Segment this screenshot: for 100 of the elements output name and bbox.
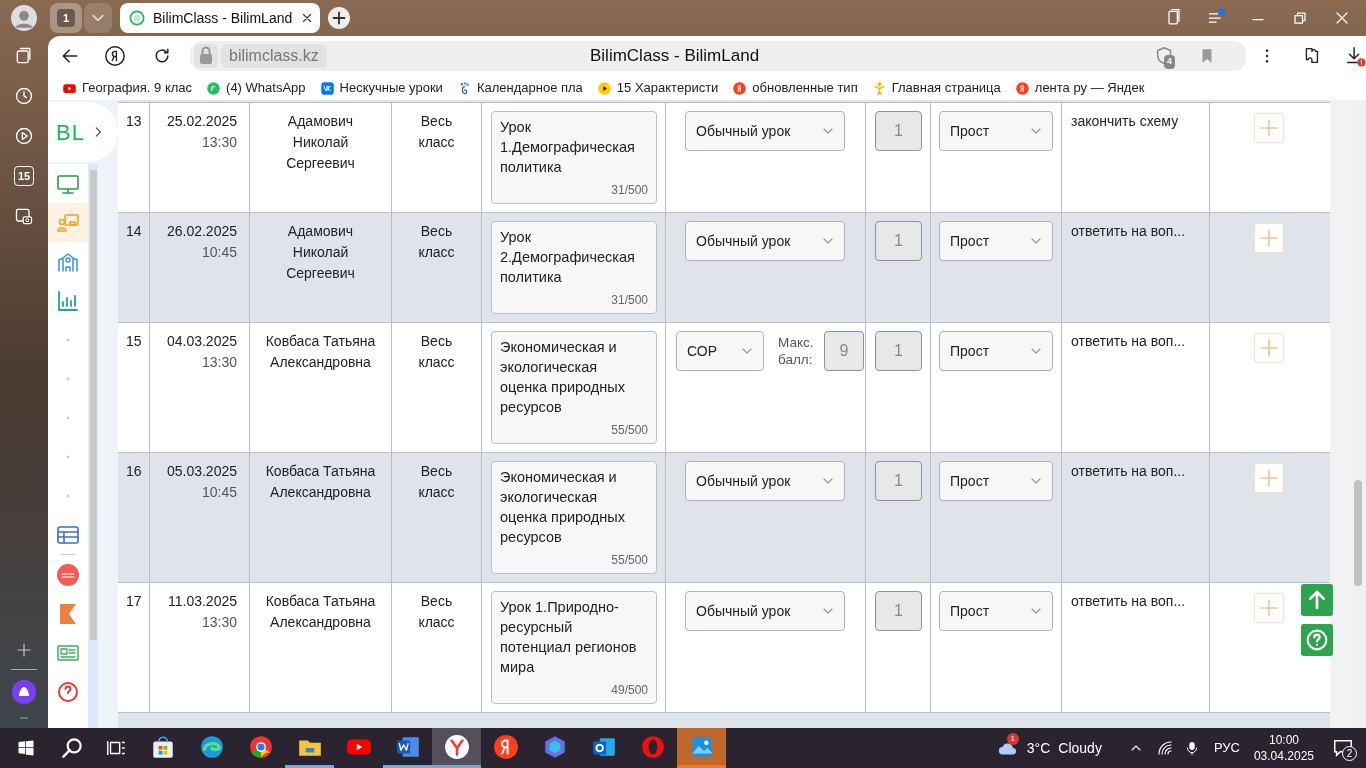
homework-text: закончить схему	[1071, 113, 1179, 129]
address-text: bilimclass.kz	[221, 44, 327, 68]
bookmark-link[interactable]: лента ру — Яндек	[1014, 78, 1145, 98]
clock[interactable]: 10:00 03.04.2025	[1253, 732, 1314, 764]
new-tab-icon[interactable]	[328, 7, 350, 29]
wave-circle-icon	[198, 733, 225, 760]
difficulty-dropdown[interactable]: Прост	[939, 461, 1053, 501]
lesson-type-dropdown[interactable]: Обычный урок	[685, 461, 845, 501]
bookmark-link[interactable]: 15 Характеристи	[596, 78, 719, 98]
chat-icon	[206, 80, 222, 96]
chevron-down-icon[interactable]	[84, 3, 112, 33]
row-number: 17	[126, 593, 142, 609]
lesson-type-dropdown[interactable]: Обычный урок	[685, 111, 845, 151]
scroll-up-icon[interactable]	[1301, 584, 1333, 616]
topic-field[interactable]: Урок 2.Демографическая политика 31/500	[491, 221, 657, 314]
class-group: Весь класс	[418, 223, 455, 260]
page-title: BilimClass - BilimLand	[590, 45, 760, 68]
yandex-icon[interactable]	[104, 45, 126, 67]
calendar-button[interactable]: 15	[14, 166, 34, 186]
play-icon	[596, 80, 612, 96]
lesson-time: 10:45	[201, 483, 237, 502]
bookmark-link[interactable]: Нескучные уроки	[319, 78, 443, 98]
difficulty-dropdown[interactable]: Прост	[939, 111, 1053, 151]
weather-badge: 1	[1006, 733, 1019, 745]
lesson-time: 13:30	[201, 613, 237, 632]
assistant-icon[interactable]	[12, 680, 36, 704]
char-counter: 31/500	[611, 182, 648, 199]
language-indicator[interactable]: РУС	[1213, 738, 1240, 758]
row-number: 16	[126, 463, 142, 479]
homework-text: ответить на воп...	[1071, 223, 1186, 239]
bookmark-link[interactable]: (4) WhatsApp	[206, 78, 306, 98]
network-icon[interactable]	[1155, 739, 1174, 757]
letter-icon	[1014, 80, 1030, 96]
bookmark-link[interactable]: Календарное пла	[456, 78, 583, 98]
notifications-icon[interactable]: 2	[1332, 737, 1354, 759]
help-icon	[56, 679, 80, 704]
scrollbar-thumb[interactable]	[1354, 480, 1362, 586]
bookmark-link[interactable]: Главная страница	[871, 78, 1001, 98]
lesson-type-dropdown[interactable]: Обычный урок	[685, 591, 845, 631]
lesson-date: 05.03.2025	[166, 462, 237, 481]
scrollbar-thumb[interactable]	[89, 170, 97, 640]
address-bar[interactable]: bilimclass.kz BilimClass - BilimLand 4	[190, 41, 1246, 71]
play-icon[interactable]	[14, 126, 34, 146]
homework-text: ответить на воп...	[1071, 593, 1186, 609]
char-counter: 55/500	[611, 422, 648, 439]
class-group: Весь класс	[418, 593, 455, 630]
teacher-name: Адамович Николай Сергеевич	[286, 113, 355, 171]
class-group: Весь класс	[418, 113, 455, 150]
lesson-date: 04.03.2025	[166, 332, 237, 351]
person-icon	[871, 80, 887, 96]
plus-icon[interactable]	[15, 641, 33, 659]
char-counter: 31/500	[611, 292, 648, 309]
bookmark-link[interactable]: География. 9 клас	[62, 78, 193, 98]
row-number: 15	[126, 333, 142, 349]
tab-count: 1	[57, 9, 75, 27]
difficulty-dropdown[interactable]: Прост	[939, 591, 1053, 631]
y-circle-icon	[443, 733, 470, 760]
topic-field[interactable]: Экономическая и экологическая оценка природных ресурсов 55/500	[491, 331, 657, 444]
topic-field[interactable]: Экономическая и экологическая оценка природных ресурсов 55/500	[491, 461, 657, 574]
site-logo-icon	[129, 10, 145, 26]
lesson-time: 10:45	[201, 243, 237, 262]
bookmark-link[interactable]: обновленные тип	[732, 78, 858, 98]
topic-field[interactable]: Урок 1.Природно-ресурсный потенциал регионов мира 49/500	[491, 591, 657, 704]
profile-avatar-icon[interactable]	[11, 5, 37, 31]
teacher-name: Ковбаса Татьяна Александровна	[265, 463, 376, 500]
difficulty-dropdown[interactable]: Прост	[939, 221, 1053, 261]
letter-icon	[732, 80, 748, 96]
lesson-date: 25.02.2025	[166, 112, 237, 131]
tab-group-button[interactable]: 1	[50, 3, 82, 33]
lesson-type-dropdown[interactable]: СОР	[676, 331, 764, 371]
homework-text: ответить на воп...	[1071, 333, 1186, 349]
help-icon[interactable]	[1301, 624, 1333, 656]
letter-circle-icon	[492, 733, 519, 760]
browser-tab[interactable]: BilimClass - BilimLand	[120, 3, 320, 33]
lesson-date: 26.02.2025	[166, 222, 237, 241]
teacher-name: Адамович Николай Сергеевич	[286, 223, 355, 281]
letters-icon	[319, 80, 335, 96]
class-group: Весь класс	[418, 333, 455, 370]
lock-icon	[194, 44, 218, 68]
notification-count: 2	[1342, 746, 1357, 761]
bar-chart-icon	[56, 288, 80, 313]
search-icon[interactable]	[59, 735, 85, 761]
history-icon[interactable]	[14, 86, 34, 106]
screenshot-icon[interactable]	[14, 206, 34, 226]
lesson-type-dropdown[interactable]: Обычный урок	[685, 221, 845, 261]
row-number: 14	[126, 223, 142, 239]
teacher-name: Ковбаса Татьяна Александровна	[265, 593, 376, 630]
lesson-date: 11.03.2025	[167, 592, 237, 611]
chrome-icon	[247, 733, 274, 760]
difficulty-dropdown[interactable]: Прост	[939, 331, 1053, 371]
tab-title: BilimClass - BilimLand	[153, 8, 293, 28]
row-number: 13	[126, 113, 142, 129]
shield-badge: 4	[1164, 55, 1175, 69]
topic-field[interactable]: Урок 1.Демографическая политика 31/500	[491, 111, 657, 204]
windows-start-icon[interactable]	[17, 739, 35, 757]
download-icon[interactable]	[1344, 45, 1366, 67]
ring-icon	[639, 733, 666, 760]
weather-text: Cloudy	[1058, 738, 1102, 758]
temperature: 3°C	[1026, 738, 1051, 758]
lesson-time: 13:30	[201, 133, 237, 152]
